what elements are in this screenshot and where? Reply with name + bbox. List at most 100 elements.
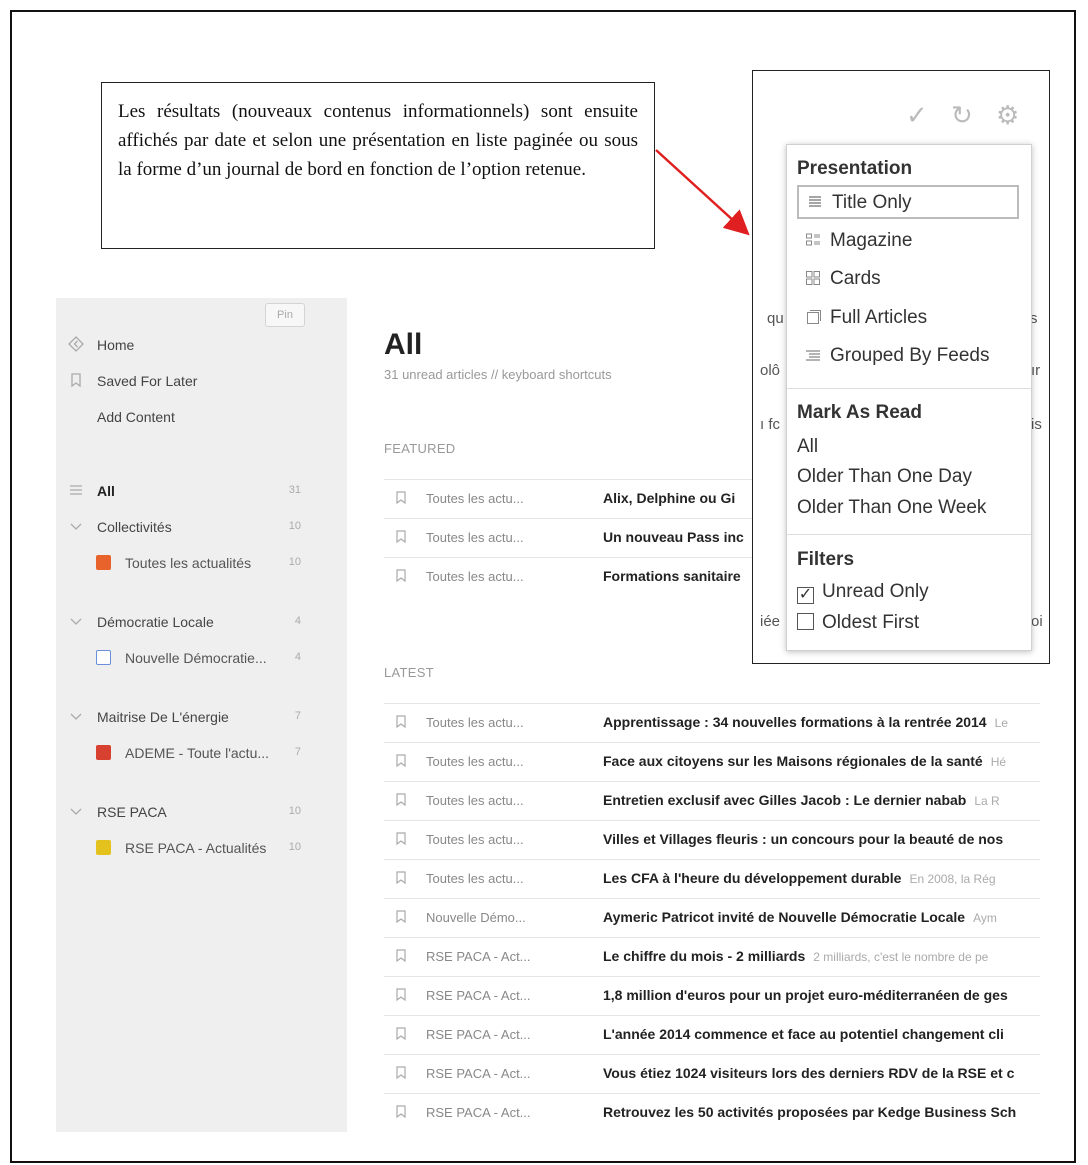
article-row[interactable]: RSE PACA - Act... L'année 2014 commence e… <box>384 1015 1040 1054</box>
sidebar-item-add-content[interactable]: Add Content <box>56 406 347 430</box>
article-title[interactable]: Le chiffre du mois - 2 milliards 2 millia… <box>603 948 988 964</box>
pin-button[interactable]: Pin <box>265 303 305 327</box>
article-title[interactable]: Les CFA à l'heure du développement durab… <box>603 870 996 886</box>
option-full-articles[interactable]: Full Articles <box>797 302 1019 336</box>
article-row[interactable]: Toutes les actu... Villes et Villages fle… <box>384 820 1040 859</box>
sidebar-item-saved-for-later[interactable]: Saved For Later <box>56 370 347 394</box>
article-title-text: Apprentissage : 34 nouvelles formations … <box>603 714 987 730</box>
bookmark-icon[interactable] <box>396 715 406 729</box>
refresh-icon[interactable]: ↻ <box>951 100 973 131</box>
checkbox-checked-icon[interactable]: ✓ <box>797 587 814 604</box>
featured-section-label: FEATURED <box>384 441 456 456</box>
option-magazine[interactable]: Magazine <box>797 225 1019 259</box>
feed-label: Nouvelle Démocratie... <box>125 650 267 666</box>
article-title[interactable]: Face aux citoyens sur les Maisons région… <box>603 753 1006 769</box>
magazine-icon <box>805 232 823 250</box>
bookmark-icon[interactable] <box>396 949 406 963</box>
article-title-text: Retrouvez les 50 activités proposées par… <box>603 1104 1017 1120</box>
bookmark-icon[interactable] <box>396 569 406 583</box>
mark-all-option[interactable]: All <box>797 436 818 458</box>
mark-older-than-week-option[interactable]: Older Than One Week <box>797 497 986 519</box>
sidebar-category-rse-paca[interactable]: RSE PACA 10 <box>56 801 347 825</box>
sidebar-category-democratie-locale[interactable]: Démocratie Locale 4 <box>56 611 347 635</box>
article-title[interactable]: Retrouvez les 50 activités proposées par… <box>603 1104 1024 1120</box>
article-title-text: 1,8 million d'euros pour un projet euro-… <box>603 987 1008 1003</box>
article-row[interactable]: RSE PACA - Act... 1,8 million d'euros pou… <box>384 976 1040 1015</box>
unread-summary[interactable]: 31 unread articles // keyboard shortcuts <box>384 367 612 382</box>
sidebar-category-maitrise-energie[interactable]: Maitrise De L'énergie 7 <box>56 706 347 730</box>
latest-section-label: LATEST <box>384 665 434 680</box>
background-fragment: olô <box>760 362 781 379</box>
feed-favicon-icon <box>96 650 112 666</box>
article-title[interactable]: Entretien exclusif avec Gilles Jacob : L… <box>603 792 1000 808</box>
sidebar-item-label: Home <box>97 337 135 353</box>
sidebar-item-home[interactable]: Home <box>56 334 347 358</box>
filter-unread-only[interactable]: ✓ Unread Only <box>797 581 929 604</box>
filter-label: Unread Only <box>822 581 929 602</box>
sidebar-category-collectivites[interactable]: Collectivités 10 <box>56 516 347 540</box>
article-title[interactable]: 1,8 million d'euros pour un projet euro-… <box>603 987 1016 1003</box>
option-label: Grouped By Feeds <box>830 345 990 366</box>
bookmark-icon[interactable] <box>396 832 406 846</box>
option-label: Title Only <box>832 192 912 213</box>
sidebar-feed[interactable]: Nouvelle Démocratie... 4 <box>56 647 347 671</box>
bookmark-icon[interactable] <box>396 871 406 885</box>
article-title[interactable]: Aymeric Patricot invité de Nouvelle Démo… <box>603 909 997 925</box>
background-fragment: ı fc <box>760 416 781 433</box>
bookmark-icon[interactable] <box>396 988 406 1002</box>
article-row[interactable]: RSE PACA - Act... Vous étiez 1024 visiteu… <box>384 1054 1040 1093</box>
chevron-down-icon <box>68 613 84 631</box>
bookmark-icon[interactable] <box>396 1066 406 1080</box>
article-row[interactable]: Toutes les actu... Face aux citoyens sur … <box>384 742 1040 781</box>
article-row[interactable]: Toutes les actu... Apprentissage : 34 nou… <box>384 703 1040 742</box>
grouped-feeds-icon <box>805 347 823 365</box>
checkmark-icon[interactable]: ✓ <box>906 100 928 131</box>
chevron-down-icon <box>68 518 84 536</box>
option-title-only[interactable]: Title Only <box>797 185 1019 219</box>
page-title: All <box>384 328 423 361</box>
article-row[interactable]: Toutes les actu... Les CFA à l'heure du d… <box>384 859 1040 898</box>
article-snippet: Aym <box>973 911 997 925</box>
category-label: RSE PACA <box>97 804 167 820</box>
article-title[interactable]: Apprentissage : 34 nouvelles formations … <box>603 714 1008 730</box>
article-row[interactable]: RSE PACA - Act... Retrouvez les 50 activi… <box>384 1093 1040 1132</box>
bookmark-icon[interactable] <box>396 754 406 768</box>
gear-icon[interactable]: ⚙ <box>996 100 1019 131</box>
bookmark-icon[interactable] <box>396 1105 406 1119</box>
article-title-text: Alix, Delphine ou Gi <box>603 490 736 506</box>
filter-oldest-first[interactable]: Oldest First <box>797 612 919 634</box>
feed-favicon-icon <box>96 840 112 856</box>
article-title[interactable]: Alix, Delphine ou Gi <box>603 490 743 506</box>
bookmark-icon[interactable] <box>396 910 406 924</box>
option-cards[interactable]: Cards <box>797 263 1019 297</box>
article-source: Toutes les actu... <box>426 491 524 506</box>
bookmark-icon[interactable] <box>396 1027 406 1041</box>
sidebar-feed[interactable]: RSE PACA - Actualités 10 <box>56 837 347 861</box>
sidebar: Pin Home Saved For Later Add Content All… <box>56 298 347 1132</box>
bookmark-icon[interactable] <box>396 491 406 505</box>
background-fragment: iée <box>760 613 781 630</box>
unread-count: 7 <box>294 710 301 722</box>
article-source: Toutes les actu... <box>426 871 524 886</box>
bookmark-icon[interactable] <box>396 530 406 544</box>
article-row[interactable]: RSE PACA - Act... Le chiffre du mois - 2 … <box>384 937 1040 976</box>
checkbox-unchecked-icon[interactable] <box>797 613 814 630</box>
article-row[interactable]: Toutes les actu... Entretien exclusif ave… <box>384 781 1040 820</box>
option-grouped-by-feeds[interactable]: Grouped By Feeds <box>797 340 1019 374</box>
background-fragment: ır <box>1031 362 1041 379</box>
article-source: RSE PACA - Act... <box>426 988 531 1003</box>
article-title[interactable]: Un nouveau Pass inc <box>603 529 752 545</box>
bookmark-icon[interactable] <box>396 793 406 807</box>
article-title[interactable]: L'année 2014 commence et face au potenti… <box>603 1026 1012 1042</box>
mark-older-than-day-option[interactable]: Older Than One Day <box>797 466 972 488</box>
article-row[interactable]: Nouvelle Démo... Aymeric Patricot invité … <box>384 898 1040 937</box>
article-source: RSE PACA - Act... <box>426 1066 531 1081</box>
article-title[interactable]: Vous étiez 1024 visiteurs lors des derni… <box>603 1065 1022 1081</box>
sidebar-item-label: Add Content <box>97 409 175 425</box>
article-title[interactable]: Formations sanitaire <box>603 568 749 584</box>
sidebar-item-all[interactable]: All 31 <box>56 480 347 504</box>
article-title-text: L'année 2014 commence et face au potenti… <box>603 1026 1004 1042</box>
sidebar-feed[interactable]: Toutes les actualités 10 <box>56 552 347 576</box>
sidebar-feed[interactable]: ADEME - Toute l'actu... 7 <box>56 742 347 766</box>
article-title[interactable]: Villes et Villages fleuris : un concours… <box>603 831 1011 847</box>
